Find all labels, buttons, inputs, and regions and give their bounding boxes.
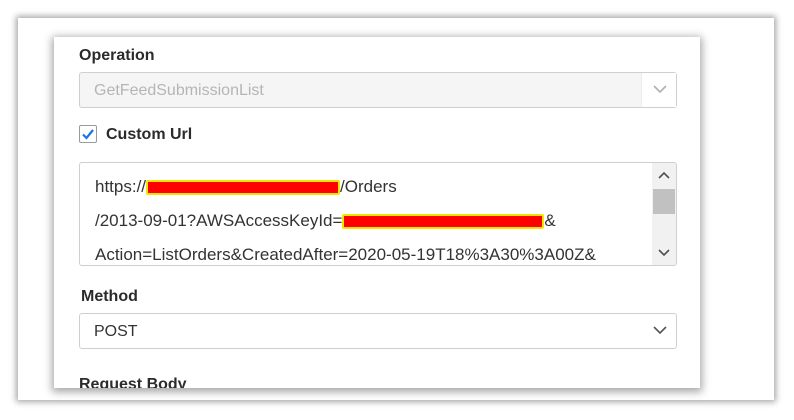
operation-label: Operation xyxy=(79,47,155,64)
checkmark-icon xyxy=(82,129,94,140)
custom-url-checkbox[interactable] xyxy=(79,125,97,143)
url-line-3: Action=ListOrders&CreatedAfter=2020-05-1… xyxy=(95,245,596,264)
method-select[interactable]: POST xyxy=(79,313,677,349)
scroll-up-arrow-icon xyxy=(658,171,670,179)
operation-dropdown-toggle[interactable] xyxy=(641,73,676,107)
scroll-down-button[interactable] xyxy=(652,243,676,263)
chevron-down-icon xyxy=(653,85,667,94)
operation-selected-value: GetFeedSubmissionList xyxy=(94,82,264,99)
connection-settings-panel: Operation GetFeedSubmissionList Custom U… xyxy=(54,37,700,388)
scroll-down-arrow-icon xyxy=(658,249,670,257)
scroll-thumb[interactable] xyxy=(653,189,675,214)
url-line-2: /2013-09-01?AWSAccessKeyId= & xyxy=(95,211,556,230)
chevron-down-icon xyxy=(653,326,667,335)
request-body-label: Request Body xyxy=(79,376,187,388)
redacted-access-key xyxy=(342,214,545,230)
method-dropdown-toggle[interactable] xyxy=(642,314,676,348)
redacted-host xyxy=(146,180,341,196)
method-selected-value: POST xyxy=(94,323,138,340)
operation-select[interactable]: GetFeedSubmissionList xyxy=(79,72,677,108)
custom-url-textarea[interactable]: https:///Orders /2013-09-01?AWSAccessKey… xyxy=(79,162,677,266)
textarea-scrollbar[interactable] xyxy=(652,163,676,265)
method-label: Method xyxy=(81,288,138,305)
url-line-1: https:///Orders xyxy=(95,177,397,196)
scroll-up-button[interactable] xyxy=(652,165,676,185)
custom-url-label: Custom Url xyxy=(106,126,193,143)
